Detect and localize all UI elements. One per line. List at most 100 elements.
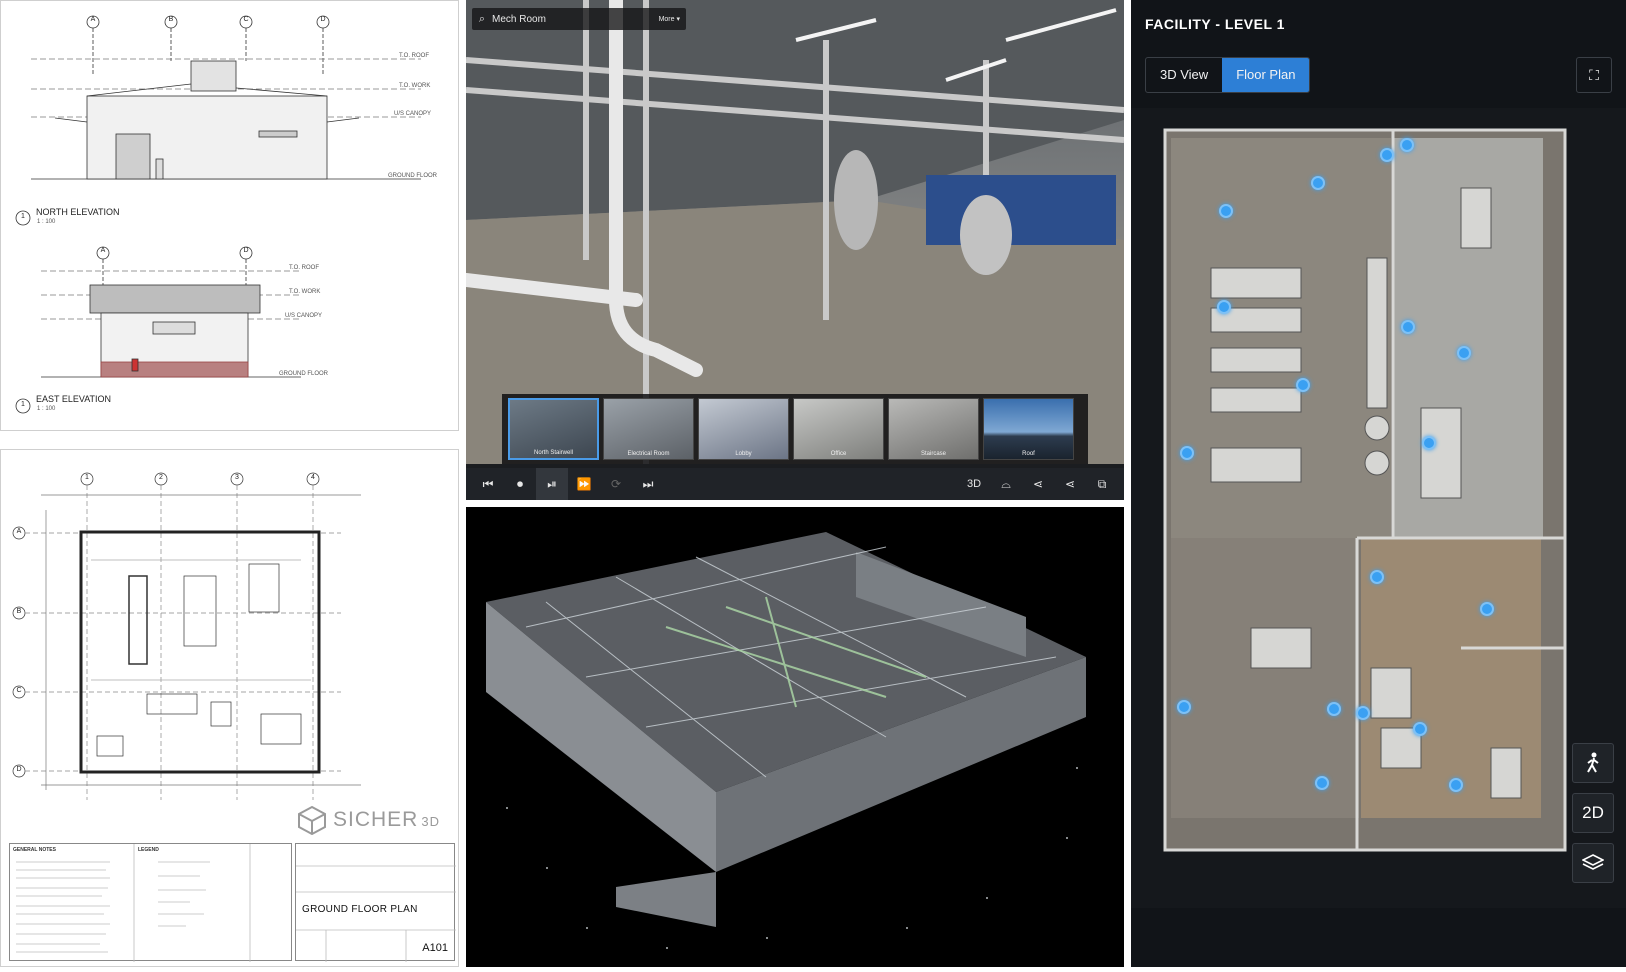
- north-elevation-title: NORTH ELEVATION: [36, 207, 120, 217]
- thumbnail-roof[interactable]: Roof: [983, 398, 1074, 460]
- north-elevation-scale: 1 : 100: [37, 219, 56, 225]
- position-marker[interactable]: [1457, 346, 1471, 360]
- tab-3d-view[interactable]: 3D View: [1146, 58, 1222, 92]
- thumbnail-lobby[interactable]: Lobby: [698, 398, 789, 460]
- point-cloud-scene: [486, 532, 1086, 949]
- thumbnail-electrical-room[interactable]: Electrical Room: [603, 398, 694, 460]
- loop-icon[interactable]: ⟳: [600, 468, 632, 500]
- notes-legend-box: GENERAL NOTES LEGEND: [9, 843, 292, 962]
- thumbnail-label: Office: [830, 451, 847, 457]
- thumbnail-label: Electrical Room: [627, 451, 670, 457]
- grid-label-a: A: [90, 16, 96, 23]
- grid-row-label: A: [16, 528, 22, 535]
- floor-plan-scan: [1163, 128, 1567, 852]
- position-marker[interactable]: [1180, 446, 1194, 460]
- position-marker[interactable]: [1356, 706, 1370, 720]
- walk-figure: [1587, 752, 1599, 773]
- grid-row-label: C: [16, 687, 22, 694]
- position-marker[interactable]: [1327, 702, 1341, 716]
- view-number: 1: [21, 401, 25, 408]
- fullscreen-icon[interactable]: ⛶: [1576, 57, 1612, 93]
- share-alt-icon[interactable]: ⋖: [1054, 468, 1086, 500]
- share-icon[interactable]: ⋖: [1022, 468, 1054, 500]
- position-marker[interactable]: [1296, 378, 1310, 392]
- location-search[interactable]: ⌕ Mech Room More ▾: [472, 8, 686, 30]
- thumbnail-label: North Stairwell: [533, 450, 573, 456]
- tab-floor-plan[interactable]: Floor Plan: [1222, 58, 1310, 92]
- position-marker[interactable]: [1401, 320, 1415, 334]
- point-cloud-view[interactable]: [466, 507, 1124, 967]
- mode-2d-button[interactable]: 2D: [1572, 793, 1614, 833]
- view-number: 1: [21, 213, 25, 220]
- floor-plan-app: FACILITY - LEVEL 1 3D View Floor Plan ⛶: [1131, 0, 1626, 967]
- position-marker[interactable]: [1311, 176, 1325, 190]
- logo-mark-icon: [298, 805, 326, 835]
- pano-viewer: ⌕ Mech Room More ▾ North Stairwell Elect…: [466, 0, 1124, 500]
- grid-col-label: 2: [159, 474, 163, 481]
- grid-label-b: B: [168, 16, 174, 23]
- layers-shape: [1582, 854, 1604, 870]
- grid-label-d: D: [320, 16, 326, 23]
- title-block: GROUND FLOOR PLAN A101: [295, 843, 456, 962]
- position-marker[interactable]: [1413, 722, 1427, 736]
- position-marker[interactable]: [1177, 700, 1191, 714]
- vr-glasses-icon[interactable]: ⧉: [1086, 468, 1118, 500]
- level-label: T.O. WORK: [399, 83, 431, 89]
- level-label: U/S CANOPY: [394, 111, 432, 117]
- skip-end-icon[interactable]: ⏭: [632, 468, 664, 500]
- thumbnail-north-stairwell[interactable]: North Stairwell: [508, 398, 599, 460]
- floor-plan-map[interactable]: [1131, 108, 1626, 908]
- position-marker[interactable]: [1370, 570, 1384, 584]
- position-marker[interactable]: [1400, 138, 1414, 152]
- grid-col-label: 4: [311, 474, 315, 481]
- level-label: U/S CANOPY: [285, 313, 323, 319]
- fast-forward-icon[interactable]: ⏩: [568, 468, 600, 500]
- viewer-controls: ⏮ ⏺ ⏯ ⏩ ⟳ ⏭ 3D ⌓ ⋖ ⋖ ⧉: [466, 468, 1124, 500]
- position-marker[interactable]: [1315, 776, 1329, 790]
- logo-suffix: 3D: [421, 814, 440, 829]
- scene-thumbnail-strip: North Stairwell Electrical Room Lobby Of…: [502, 394, 1088, 464]
- play-pause-icon[interactable]: ⏯: [536, 468, 568, 500]
- elevations-drawing: A B C D A D T.O. ROOF T.O. WORK U/S CANO…: [0, 0, 459, 431]
- position-marker[interactable]: [1422, 436, 1436, 450]
- thumbnail-label: Lobby: [735, 451, 752, 457]
- position-marker[interactable]: [1380, 148, 1394, 162]
- level-label: T.O. ROOF: [289, 265, 319, 271]
- sheet-number: A101: [422, 942, 448, 954]
- more-dropdown[interactable]: More ▾: [659, 15, 680, 23]
- vr-headset-icon[interactable]: ⌓: [990, 468, 1022, 500]
- thumbnail-staircase[interactable]: Staircase: [888, 398, 979, 460]
- grid-label-c: C: [243, 16, 249, 23]
- notes-lines: [16, 844, 251, 962]
- floor-plan-drawing: 1 2 3 4 A B C D SICHER 3D GENERAL NOTES L…: [0, 449, 459, 967]
- position-marker[interactable]: [1217, 300, 1231, 314]
- grid-row-label: B: [16, 608, 22, 615]
- sheet-name: GROUND FLOOR PLAN: [302, 904, 418, 915]
- thumbnail-label: Roof: [1022, 451, 1035, 457]
- sicher-logo: SICHER 3D: [297, 805, 440, 835]
- level-label: GROUND FLOOR: [279, 371, 329, 377]
- pano-image[interactable]: ⌕ Mech Room More ▾ North Stairwell Elect…: [466, 0, 1124, 464]
- position-marker[interactable]: [1449, 778, 1463, 792]
- skip-back-icon[interactable]: ⏮: [472, 468, 504, 500]
- east-elevation-title: EAST ELEVATION: [36, 394, 112, 404]
- grid-col-label: 3: [235, 474, 239, 481]
- position-marker[interactable]: [1219, 204, 1233, 218]
- record-icon[interactable]: ⏺: [504, 468, 536, 500]
- thumbnail-label: Staircase: [920, 451, 946, 457]
- search-icon: ⌕: [478, 12, 486, 25]
- grid-col-label: 1: [85, 474, 89, 481]
- position-marker[interactable]: [1480, 602, 1494, 616]
- walk-icon[interactable]: [1572, 743, 1614, 783]
- view-mode-toggle: 3D View Floor Plan: [1145, 57, 1311, 93]
- grid-row-label: D: [16, 766, 22, 773]
- search-input[interactable]: Mech Room: [492, 14, 659, 25]
- page-title: FACILITY - LEVEL 1: [1145, 16, 1285, 32]
- thumbnail-office[interactable]: Office: [793, 398, 884, 460]
- layers-icon[interactable]: [1572, 843, 1614, 883]
- level-label: T.O. ROOF: [399, 53, 429, 59]
- east-elevation-scale: 1 : 100: [37, 406, 56, 412]
- east-grid-label-a: A: [100, 247, 106, 254]
- three-d-toggle[interactable]: 3D: [958, 468, 990, 500]
- east-grid-label-d: D: [243, 247, 249, 254]
